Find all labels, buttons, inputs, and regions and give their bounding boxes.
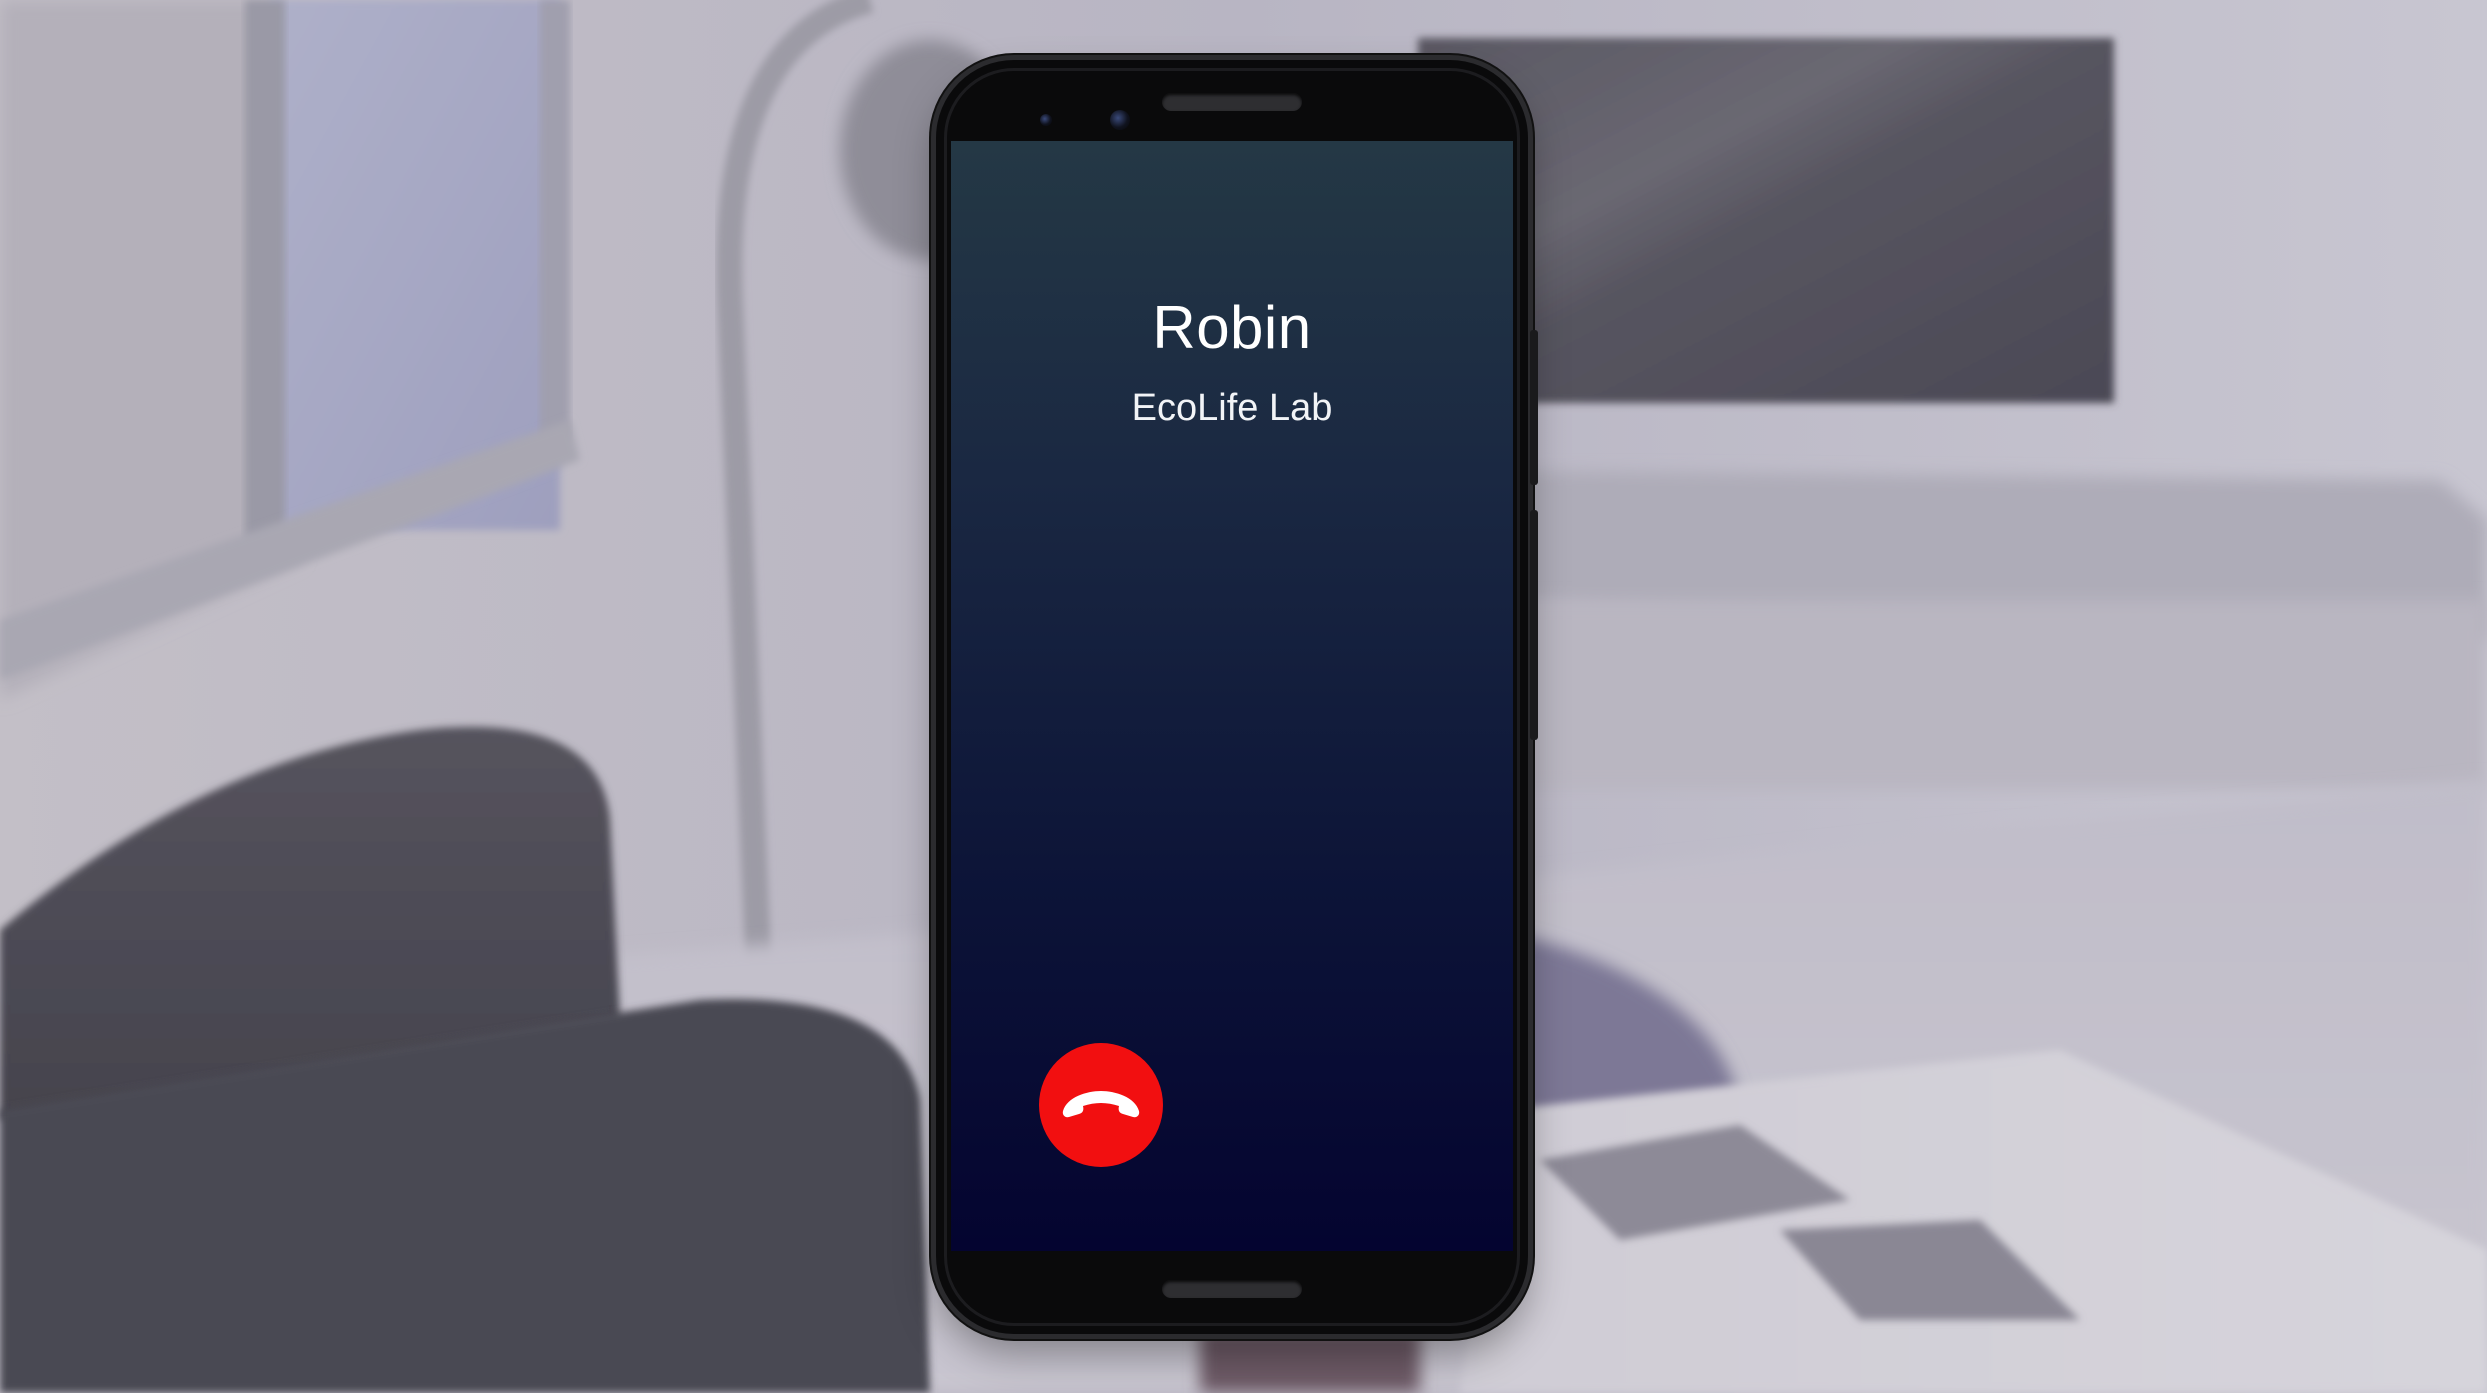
sensor-icon [1040, 114, 1052, 126]
caller-organization: EcoLife Lab [1131, 387, 1333, 429]
scene: Robin EcoLife Lab [0, 0, 2487, 1393]
smartphone: Robin EcoLife Lab [936, 60, 1538, 1334]
end-call-button[interactable] [1039, 1043, 1163, 1167]
call-screen: Robin EcoLife Lab [951, 141, 1513, 1251]
earpiece-speaker [1162, 93, 1302, 111]
front-camera-icon [1110, 110, 1130, 130]
phone-hangup-icon [1062, 1091, 1140, 1118]
power-button[interactable] [1530, 330, 1538, 485]
caller-name: Robin [1152, 294, 1312, 361]
bottom-speaker [1162, 1280, 1302, 1298]
volume-button[interactable] [1530, 510, 1538, 740]
